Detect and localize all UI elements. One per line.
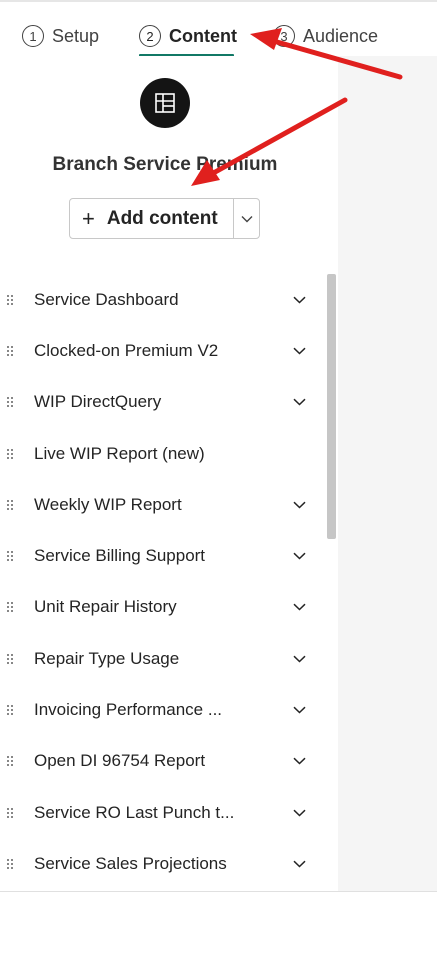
drag-handle-icon[interactable] bbox=[6, 448, 14, 460]
chevron-down-icon[interactable] bbox=[291, 343, 307, 359]
drag-handle-icon[interactable] bbox=[6, 858, 14, 870]
list-item[interactable]: Invoicing Performance ... bbox=[0, 684, 325, 735]
tab-setup[interactable]: 1 Setup bbox=[22, 22, 99, 50]
chevron-down-icon[interactable] bbox=[291, 805, 307, 821]
list-item-label: Live WIP Report (new) bbox=[34, 443, 205, 463]
drag-handle-icon[interactable] bbox=[6, 755, 14, 767]
chevron-down-icon[interactable] bbox=[291, 702, 307, 718]
tab-label: Content bbox=[169, 25, 237, 46]
step-tabs: 1 Setup 2 Content 3 Audience bbox=[0, 2, 437, 57]
chevron-down-icon bbox=[241, 215, 252, 222]
drag-handle-icon[interactable] bbox=[6, 345, 14, 357]
list-item[interactable]: Service Billing Support bbox=[0, 530, 325, 581]
step-number-badge: 1 bbox=[22, 25, 44, 47]
drag-handle-icon[interactable] bbox=[6, 704, 14, 716]
app-title: Branch Service Premium bbox=[52, 154, 278, 175]
chevron-down-icon[interactable] bbox=[291, 651, 307, 667]
tab-label: Audience bbox=[303, 25, 379, 46]
preview-panel bbox=[338, 56, 437, 892]
list-item[interactable]: Weekly WIP Report bbox=[0, 479, 325, 530]
list-item-label: Service RO Last Punch t... bbox=[34, 802, 235, 822]
add-content-split-button: + Add content bbox=[69, 198, 260, 239]
drag-handle-icon[interactable] bbox=[6, 653, 14, 665]
list-item[interactable]: Service RO Last Punch t... bbox=[0, 787, 325, 838]
list-item[interactable]: Open DI 96754 Report bbox=[0, 736, 325, 787]
list-item-label: Open DI 96754 Report bbox=[34, 751, 206, 771]
list-item-label: Clocked-on Premium V2 bbox=[34, 340, 219, 360]
chevron-down-icon[interactable] bbox=[291, 548, 307, 564]
add-content-dropdown[interactable] bbox=[233, 199, 259, 238]
add-content-button[interactable]: + Add content bbox=[70, 199, 233, 238]
chevron-down-icon[interactable] bbox=[291, 497, 307, 513]
list-item[interactable]: Clocked-on Premium V2 bbox=[0, 325, 325, 376]
tab-content[interactable]: 2 Content bbox=[139, 22, 237, 50]
list-item-label: Weekly WIP Report bbox=[34, 494, 182, 514]
add-content-label: Add content bbox=[106, 207, 218, 229]
plus-icon: + bbox=[82, 205, 95, 231]
step-number-badge: 2 bbox=[139, 25, 161, 47]
list-item-label: Service Billing Support bbox=[34, 546, 206, 566]
list-item[interactable]: Service Sales Projections bbox=[0, 838, 325, 889]
list-item[interactable]: Live WIP Report (new) bbox=[0, 428, 325, 479]
tab-label: Setup bbox=[52, 25, 100, 46]
step-number-badge: 3 bbox=[273, 25, 295, 47]
bottom-divider bbox=[0, 891, 437, 892]
list-item-label: Invoicing Performance ... bbox=[34, 700, 223, 720]
list-item-label: Unit Repair History bbox=[34, 597, 177, 617]
chevron-down-icon[interactable] bbox=[291, 856, 307, 872]
chevron-down-icon[interactable] bbox=[291, 753, 307, 769]
list-item[interactable]: Repair Type Usage bbox=[0, 633, 325, 684]
list-item-label: Repair Type Usage bbox=[34, 648, 180, 668]
chevron-down-icon[interactable] bbox=[291, 292, 307, 308]
chevron-down-icon[interactable] bbox=[291, 599, 307, 615]
list-item-label: Service Sales Projections bbox=[34, 853, 227, 873]
list-item-label: WIP DirectQuery bbox=[34, 392, 162, 412]
drag-handle-icon[interactable] bbox=[6, 294, 14, 306]
tab-audience[interactable]: 3 Audience bbox=[273, 22, 378, 50]
list-item-label: Service Dashboard bbox=[34, 289, 179, 309]
content-list: Service Dashboard Clocked-on Premium V2 WI… bbox=[0, 274, 325, 890]
drag-handle-icon[interactable] bbox=[6, 807, 14, 819]
scrollbar-thumb[interactable] bbox=[327, 274, 336, 539]
navigation-pane: Branch Service Premium + Add content Ser… bbox=[0, 56, 338, 892]
drag-handle-icon[interactable] bbox=[6, 601, 14, 613]
drag-handle-icon[interactable] bbox=[6, 396, 14, 408]
drag-handle-icon[interactable] bbox=[6, 499, 14, 511]
list-item[interactable]: WIP DirectQuery bbox=[0, 377, 325, 428]
chevron-down-icon[interactable] bbox=[291, 394, 307, 410]
drag-handle-icon[interactable] bbox=[6, 550, 14, 562]
app-layout-icon bbox=[140, 78, 190, 128]
list-item[interactable]: Unit Repair History bbox=[0, 582, 325, 633]
list-item[interactable]: Service Dashboard bbox=[0, 274, 325, 325]
